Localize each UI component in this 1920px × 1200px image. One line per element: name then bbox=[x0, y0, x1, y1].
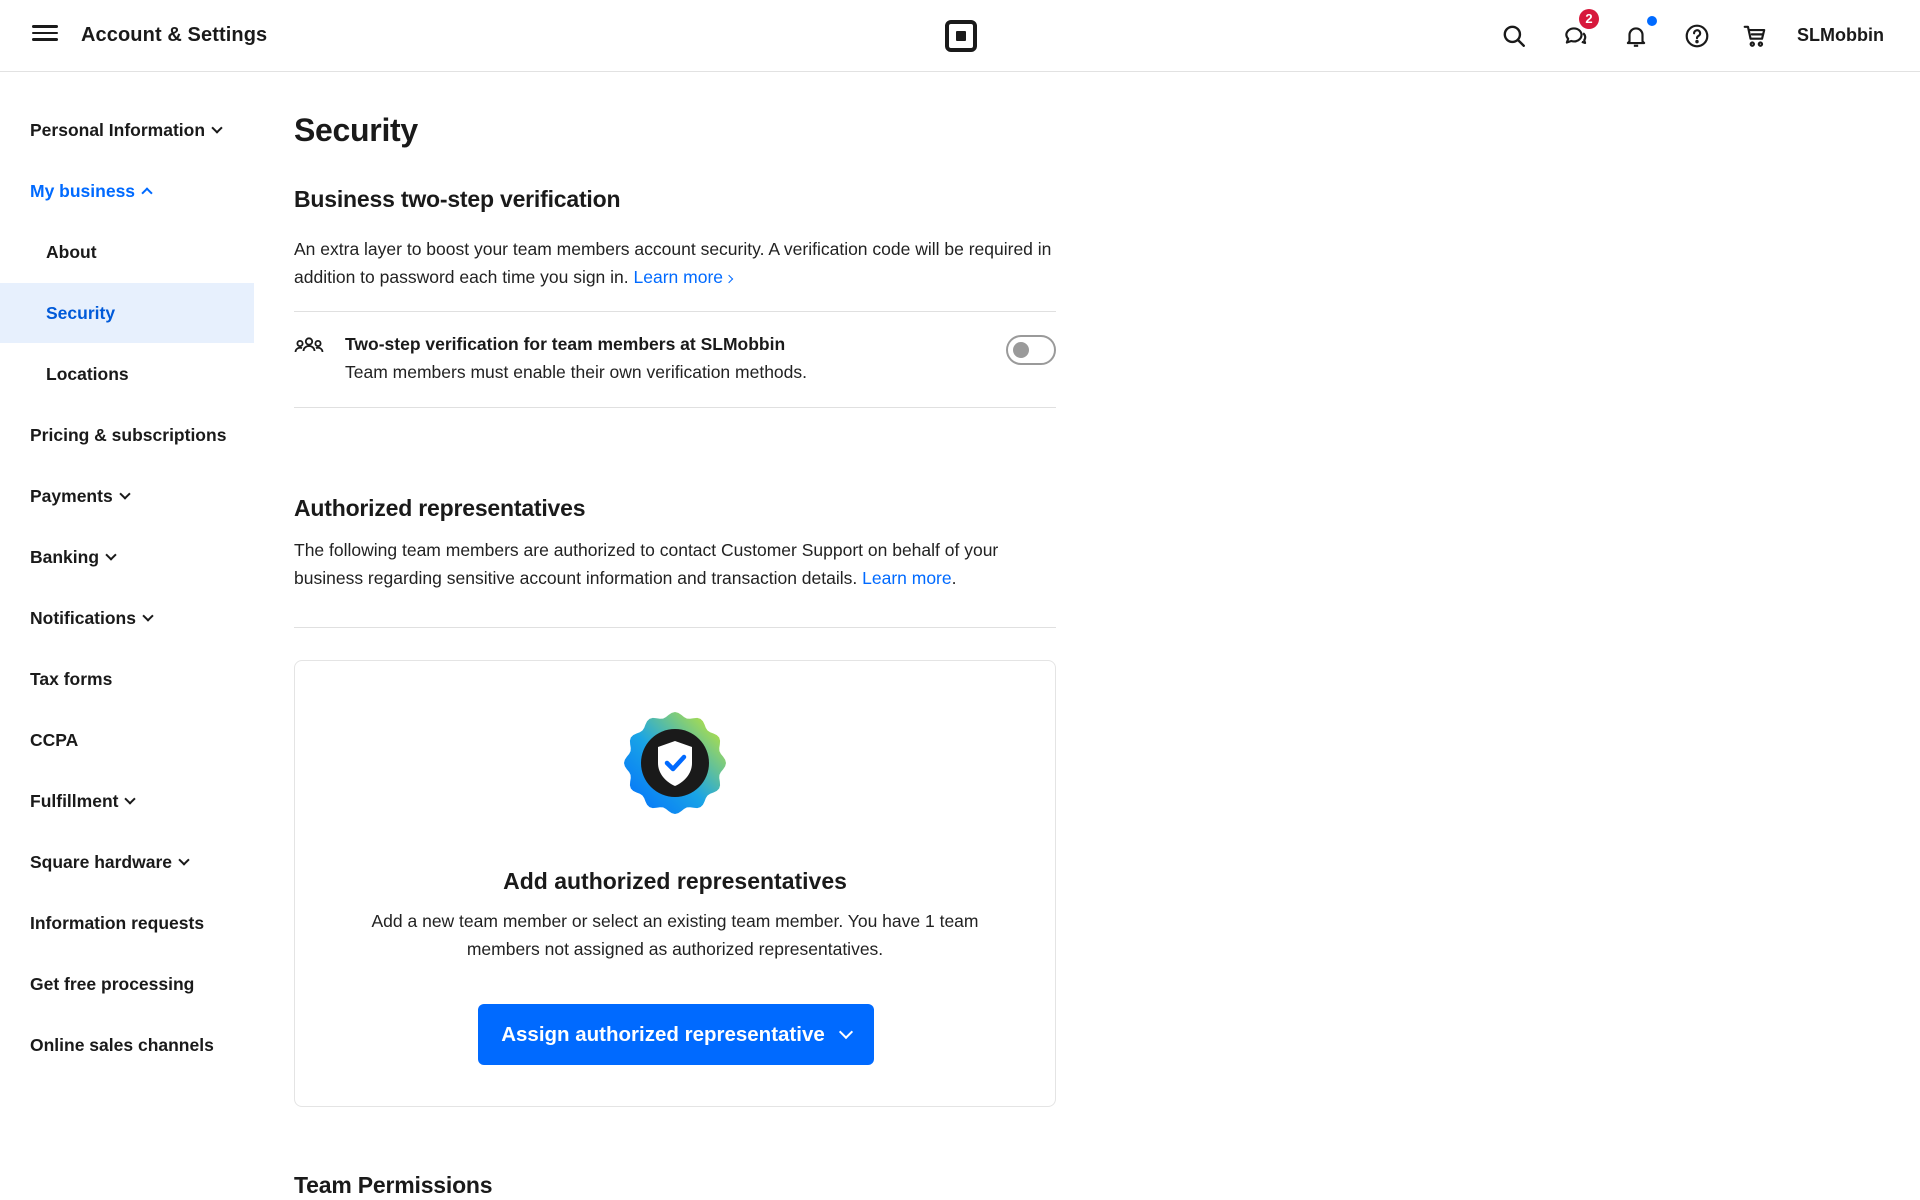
authorized-representatives-card: Add authorized representatives Add a new… bbox=[294, 660, 1056, 1107]
sidebar-item-label: Pricing & subscriptions bbox=[30, 424, 227, 445]
team-permissions-heading: Team Permissions bbox=[294, 1172, 493, 1198]
sidebar-item-label: Square hardware bbox=[30, 851, 172, 872]
sidebar-item-my-business[interactable]: My business bbox=[0, 161, 254, 221]
button-label: Assign authorized representative bbox=[501, 1022, 825, 1046]
divider bbox=[294, 627, 1056, 628]
search-icon[interactable] bbox=[1498, 20, 1530, 52]
sidebar-item-ccpa[interactable]: CCPA bbox=[0, 710, 254, 770]
sidebar-item-label: Online sales channels bbox=[30, 1034, 214, 1055]
chevron-down-icon bbox=[105, 548, 117, 561]
link-label: Learn more bbox=[633, 267, 724, 287]
two-step-heading: Business two-step verification bbox=[294, 186, 621, 212]
messages-badge: 2 bbox=[1579, 9, 1599, 29]
cart-icon[interactable] bbox=[1739, 20, 1771, 52]
sidebar-item-label: Payments bbox=[30, 485, 113, 506]
user-menu[interactable]: SLMobbin bbox=[1797, 25, 1884, 46]
setting-subtitle: Team members must enable their own verif… bbox=[345, 362, 808, 382]
sidebar-item-label: Notifications bbox=[30, 607, 136, 628]
verified-shield-badge-icon bbox=[624, 712, 726, 814]
two-step-setting-row: Two-step verification for team members a… bbox=[294, 312, 1056, 400]
assign-authorized-representative-button[interactable]: Assign authorized representative bbox=[478, 1004, 874, 1065]
sidebar-item-get-free-processing[interactable]: Get free processing bbox=[0, 954, 254, 1014]
sidebar-item-label: Locations bbox=[46, 363, 129, 384]
sidebar-item-payments[interactable]: Payments bbox=[0, 466, 254, 526]
notification-dot bbox=[1647, 16, 1657, 26]
app-title: Account & Settings bbox=[81, 24, 268, 46]
card-text: Add a new team member or select an exist… bbox=[371, 911, 979, 959]
setting-title: Two-step verification for team members a… bbox=[345, 334, 786, 354]
learn-more-link[interactable]: Learn more bbox=[862, 568, 952, 588]
sidebar-item-information-requests[interactable]: Information requests bbox=[0, 893, 254, 953]
toggle-knob bbox=[1013, 342, 1029, 358]
chevron-down-icon bbox=[178, 853, 190, 866]
chevron-up-icon bbox=[141, 187, 153, 199]
square-logo-icon[interactable] bbox=[945, 20, 977, 52]
punctuation: . bbox=[951, 568, 957, 588]
sidebar-item-fulfillment[interactable]: Fulfillment bbox=[0, 771, 254, 831]
divider bbox=[294, 407, 1056, 408]
authorized-description: The following team members are authorize… bbox=[294, 536, 1058, 592]
authorized-heading: Authorized representatives bbox=[294, 495, 586, 521]
help-icon[interactable] bbox=[1681, 20, 1713, 52]
learn-more-link[interactable]: Learn more bbox=[633, 267, 734, 287]
sidebar-item-banking[interactable]: Banking bbox=[0, 527, 254, 587]
sidebar-item-about[interactable]: About bbox=[0, 222, 254, 282]
sidebar-item-label: Fulfillment bbox=[30, 790, 119, 811]
chevron-down-icon bbox=[119, 487, 131, 500]
two-step-toggle[interactable] bbox=[1006, 335, 1056, 365]
two-step-description: An extra layer to boost your team member… bbox=[294, 235, 1058, 291]
top-bar: Account & Settings 2 SLMobbin bbox=[0, 0, 1920, 72]
sidebar-item-online-sales-channels[interactable]: Online sales channels bbox=[0, 1015, 254, 1075]
sidebar-item-label: Security bbox=[46, 302, 116, 323]
sidebar-item-personal-information[interactable]: Personal Information bbox=[0, 100, 254, 160]
page-title: Security bbox=[294, 112, 418, 148]
sidebar-item-label: CCPA bbox=[30, 729, 79, 750]
team-members-icon bbox=[294, 337, 324, 353]
chevron-down-icon bbox=[142, 609, 154, 622]
sidebar-item-notifications[interactable]: Notifications bbox=[0, 588, 254, 648]
sidebar-item-label: Get free processing bbox=[30, 973, 195, 994]
sidebar-item-tax-forms[interactable]: Tax forms bbox=[0, 649, 254, 709]
menu-icon[interactable] bbox=[30, 22, 60, 50]
sidebar-item-label: Tax forms bbox=[30, 668, 113, 689]
chevron-right-icon bbox=[724, 274, 734, 284]
sidebar-item-square-hardware[interactable]: Square hardware bbox=[0, 832, 254, 892]
sidebar-item-label: My business bbox=[30, 180, 136, 201]
bell-icon[interactable] bbox=[1620, 20, 1652, 52]
sidebar-item-label: About bbox=[46, 241, 97, 262]
chevron-down-icon bbox=[211, 121, 223, 134]
sidebar-item-label: Information requests bbox=[30, 912, 205, 933]
sidebar-item-locations[interactable]: Locations bbox=[0, 344, 254, 404]
sidebar-item-label: Banking bbox=[30, 546, 100, 567]
sidebar-item-security[interactable]: Security bbox=[0, 283, 254, 343]
chevron-down-icon bbox=[838, 1024, 853, 1039]
chevron-down-icon bbox=[124, 792, 137, 805]
card-title: Add authorized representatives bbox=[503, 868, 847, 894]
sidebar-item-pricing-subscriptions[interactable]: Pricing & subscriptions bbox=[0, 405, 254, 465]
sidebar-item-label: Personal Information bbox=[30, 119, 206, 140]
